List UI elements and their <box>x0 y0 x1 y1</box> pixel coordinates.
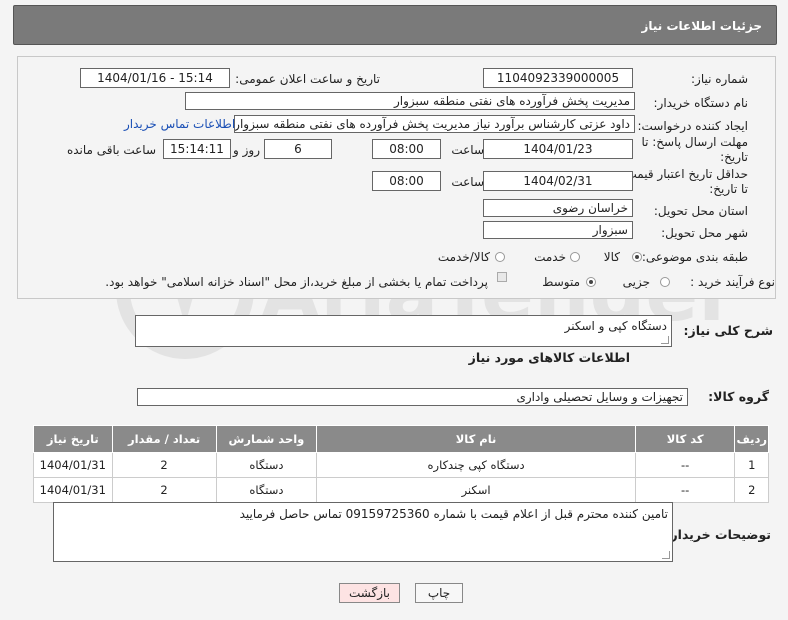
remaining-time-field[interactable]: 15:14:11 <box>163 139 231 159</box>
cell-row: 1 <box>734 452 769 478</box>
cell-unit: دستگاه <box>215 452 318 478</box>
category-radio-goods-service[interactable] <box>495 252 505 262</box>
purchase-type-label: نوع فرآیند خرید : <box>690 275 775 289</box>
purchase-option-medium: متوسط <box>542 275 580 289</box>
cell-code: -- <box>634 477 736 503</box>
deadline-date-field[interactable]: 1404/01/23 <box>483 139 633 159</box>
category-option-service: خدمت <box>534 250 566 264</box>
table-row[interactable]: 1 -- دستگاه کپی چندکاره دستگاه 2 1404/01… <box>33 452 769 478</box>
deadline-time-field[interactable]: 08:00 <box>372 139 441 159</box>
cell-name: اسکنر <box>316 477 636 503</box>
goods-group-label: گروه کالا: <box>708 389 769 404</box>
goods-section-title: اطلاعات کالاهای مورد نیاز <box>468 350 630 365</box>
province-label: استان محل تحویل: <box>653 204 748 218</box>
treasury-payment-checkbox[interactable] <box>497 272 507 282</box>
announce-label: تاریخ و ساعت اعلان عمومی: <box>235 72 380 86</box>
page-title: جزئیات اطلاعات نیاز <box>641 19 762 33</box>
buyer-notes-text: تامین کننده محترم قبل از اعلام قیمت با ش… <box>239 507 668 521</box>
deadline-label-2: تاریخ: <box>720 150 748 164</box>
creator-label: ایجاد کننده درخواست: <box>637 119 748 133</box>
goods-group-field[interactable]: تجهیزات و وسایل تحصیلی واداری <box>137 388 688 406</box>
description-label: شرح کلی نیاز: <box>683 323 773 338</box>
col-qty-header: تعداد / مقدار <box>111 425 217 453</box>
cell-date: 1404/01/31 <box>33 477 113 503</box>
validity-time-label: ساعت <box>451 175 484 189</box>
buyer-org-label: نام دستگاه خریدار: <box>653 96 749 110</box>
table-row[interactable]: 2 -- اسکنر دستگاه 2 1404/01/31 <box>33 477 769 503</box>
need-number-field[interactable]: 1104092339000005 <box>483 68 633 88</box>
creator-field[interactable]: داود عزتی کارشناس برآورد نیاز مدیریت پخش… <box>234 115 635 133</box>
city-field[interactable]: سبزوار <box>483 221 633 239</box>
validity-label: حداقل تاریخ اعتبار قیمت: <box>621 167 748 181</box>
need-number-label: شماره نیاز: <box>691 72 748 86</box>
validity-time-field[interactable]: 08:00 <box>372 171 441 191</box>
cell-row: 2 <box>734 477 769 503</box>
col-name-header: نام کالا <box>316 425 636 453</box>
resize-handle[interactable] <box>662 551 670 559</box>
goods-table: ردیف کد کالا نام کالا واحد شمارش تعداد /… <box>33 425 769 503</box>
validity-date-field[interactable]: 1404/02/31 <box>483 171 633 191</box>
days-field[interactable]: 6 <box>264 139 332 159</box>
city-label: شهر محل تحویل: <box>661 226 748 240</box>
cell-code: -- <box>634 452 736 478</box>
buyer-notes-label: توضیحات خریدار: <box>665 527 771 542</box>
cell-unit: دستگاه <box>215 477 318 503</box>
col-date-header: تاریخ نیاز <box>33 425 113 453</box>
cell-date: 1404/01/31 <box>33 452 113 478</box>
category-label: طبقه بندی موضوعی: <box>641 250 748 264</box>
payment-note: پرداخت تمام یا بخشی از مبلغ خرید،از محل … <box>105 275 488 289</box>
purchase-radio-medium[interactable] <box>586 277 596 287</box>
category-radio-service[interactable] <box>570 252 580 262</box>
table-header-row: ردیف کد کالا نام کالا واحد شمارش تعداد /… <box>33 425 769 453</box>
category-radio-goods[interactable] <box>632 252 642 262</box>
days-label: روز و <box>233 143 260 157</box>
deadline-label: مهلت ارسال پاسخ: تا <box>641 135 748 149</box>
announce-field[interactable]: 1404/01/16 - 15:14 <box>80 68 230 88</box>
cell-qty: 2 <box>111 477 217 503</box>
description-field[interactable]: دستگاه کپی و اسکنر <box>135 315 672 347</box>
back-button[interactable]: بازگشت <box>339 583 400 603</box>
validity-label-2: تا تاریخ: <box>709 182 748 196</box>
province-field[interactable]: خراسان رضوی <box>483 199 633 217</box>
col-row-header: ردیف <box>734 425 769 453</box>
print-button[interactable]: چاپ <box>415 583 463 603</box>
purchase-radio-minor[interactable] <box>660 277 670 287</box>
description-text: دستگاه کپی و اسکنر <box>564 319 667 333</box>
remaining-label: ساعت باقی مانده <box>66 143 156 157</box>
deadline-time-label: ساعت <box>451 143 484 157</box>
col-unit-header: واحد شمارش <box>215 425 318 453</box>
contact-info-link[interactable]: اطلاعات تماس خریدار <box>124 117 235 131</box>
buyer-notes-field[interactable]: تامین کننده محترم قبل از اعلام قیمت با ش… <box>53 502 673 562</box>
buyer-org-field[interactable]: مدیریت پخش فرآورده های نفتی منطقه سبزوار <box>185 92 635 110</box>
col-code-header: کد کالا <box>634 425 736 453</box>
purchase-option-minor: جزیی <box>622 275 650 289</box>
cell-qty: 2 <box>111 452 217 478</box>
category-option-goods-service: کالا/خدمت <box>437 250 490 264</box>
category-option-goods: کالا <box>603 250 620 264</box>
resize-handle[interactable] <box>661 336 669 344</box>
page-header: جزئیات اطلاعات نیاز <box>13 5 777 45</box>
cell-name: دستگاه کپی چندکاره <box>316 452 636 478</box>
